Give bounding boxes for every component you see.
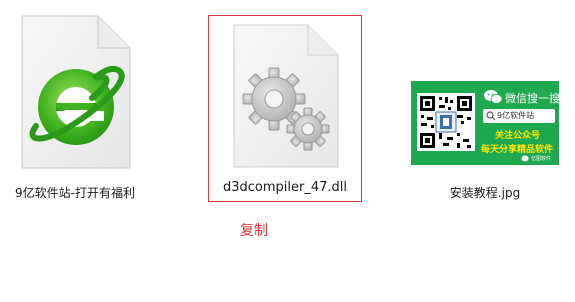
file-name-label: 安装教程.jpg (449, 186, 521, 200)
dll-gear-file-icon (228, 21, 344, 175)
file-name-label: d3dcompiler_47.dll (222, 180, 347, 195)
file-item-dll[interactable]: d3dcompiler_47.dll (208, 15, 362, 202)
file-item-jpg[interactable]: 微信搜一搜 9亿软件站 关注公众号 每天分享精品软件 亿图软件 安装教程.jpg (405, 70, 565, 205)
thumbnail-footer-text: 亿图软件 (531, 156, 552, 162)
copy-annotation-label: 复制 (240, 223, 268, 239)
search-box-text: 9亿软件站 (497, 111, 535, 120)
promo-text: 每天分享精品软件 (481, 145, 554, 155)
file-name-label: 9亿软件站-打开有福利 (15, 186, 135, 200)
qr-code-icon (417, 93, 475, 151)
follow-text: 关注公众号 (495, 131, 541, 141)
file-item-browser-shortcut[interactable]: 9亿软件站-打开有福利 (10, 10, 140, 205)
wechat-small-icon (521, 155, 529, 162)
search-icon (486, 111, 496, 121)
wechat-icon (484, 90, 503, 104)
search-box: 9亿软件站 (483, 109, 555, 123)
wechat-search-title: 微信搜一搜 (505, 92, 560, 105)
image-thumbnail: 微信搜一搜 9亿软件站 关注公众号 每天分享精品软件 亿图软件 (411, 81, 560, 165)
browser-shortcut-icon (14, 12, 136, 178)
